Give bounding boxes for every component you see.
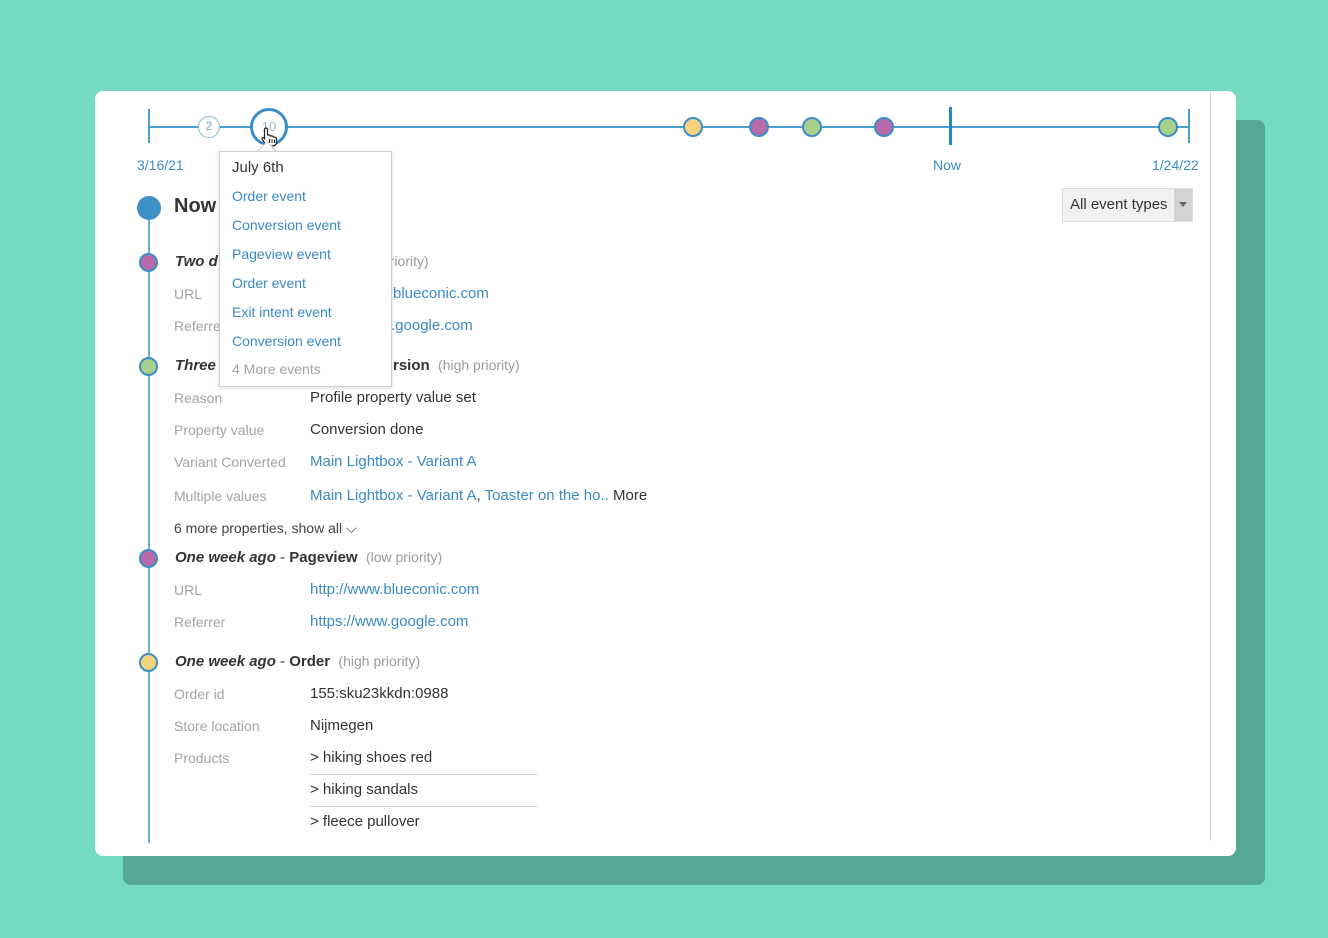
popup-more-events[interactable]: 4 More events (232, 361, 321, 377)
event-type-priority: rsion (high priority) (393, 357, 520, 374)
popup-event-link[interactable]: Conversion event (232, 217, 341, 233)
popup-event-link[interactable]: Order event (232, 188, 306, 204)
event-title[interactable]: Three (175, 357, 216, 374)
timeline-event-order[interactable] (683, 117, 703, 137)
timeline-now-marker (949, 107, 952, 145)
prop-label: Referre (174, 318, 221, 334)
prop-value-link[interactable]: Main Lightbox - Variant A (310, 487, 476, 504)
show-all-properties-toggle[interactable]: 6 more properties, show all ⌵ (174, 520, 357, 537)
day-events-popup: July 6th Order event Conversion event Pa… (219, 151, 392, 387)
now-marker-dot (137, 196, 161, 220)
timeline-axis (149, 126, 1190, 128)
prop-value-multi: Main Lightbox - Variant A, Toaster on th… (310, 487, 648, 504)
more-link[interactable]: More (609, 487, 647, 504)
prop-label: Variant Converted (174, 454, 286, 470)
event-title[interactable]: One week ago - Pageview (low priority) (175, 549, 442, 566)
popup-date-title: July 6th (232, 159, 284, 176)
event-dot-conversion (139, 357, 158, 376)
timeline-now-label: Now (933, 157, 962, 173)
event-type-filter[interactable]: All event types (1062, 188, 1193, 222)
event-list-line (148, 209, 150, 843)
prop-value: Profile property value set (310, 389, 476, 406)
event-dot-order (139, 653, 158, 672)
popup-event-link[interactable]: Pageview event (232, 246, 331, 262)
popup-event-link[interactable]: Exit intent event (232, 304, 332, 320)
timeline-event-conversion[interactable] (1158, 117, 1178, 137)
prop-label: URL (174, 286, 203, 302)
prop-label: Products (174, 750, 230, 766)
prop-value-link[interactable]: http://www.blueconic.com (310, 581, 479, 598)
timeline-event-pageview[interactable] (874, 117, 894, 137)
prop-value-link[interactable]: blueconic.com (393, 285, 489, 302)
timeline-start-label: 3/16/21 (137, 157, 184, 173)
prop-label: Store location (174, 718, 260, 734)
prop-label: Property value (174, 422, 265, 438)
timeline-end-label: 1/24/22 (1152, 157, 1199, 173)
prop-label: URL (174, 582, 203, 598)
prop-label: Order id (174, 686, 225, 702)
timeline-event-conversion[interactable] (802, 117, 822, 137)
prop-value-link[interactable]: .google.com (391, 317, 473, 334)
event-dot-pageview (139, 549, 158, 568)
prop-value-link[interactable]: Toaster on the ho.. (485, 487, 609, 504)
event-type-filter-value: All event types (1070, 196, 1168, 213)
prop-value-link[interactable]: https://www.google.com (310, 613, 468, 630)
timeline-event-pageview[interactable] (749, 117, 769, 137)
timeline-cluster-small[interactable]: 2 (198, 116, 220, 138)
popup-event-link[interactable]: Conversion event (232, 333, 341, 349)
timeline-end-cap (1188, 109, 1190, 143)
timeline-start-cap (148, 109, 150, 143)
prop-label: Multiple values (174, 488, 267, 504)
product-item[interactable]: > hiking shoes red (310, 749, 537, 775)
prop-value: 155:sku23kkdn:0988 (310, 685, 449, 702)
caret-down-icon[interactable] (1174, 189, 1192, 221)
event-title[interactable]: Two d (175, 253, 218, 270)
prop-value: Nijmegen (310, 717, 374, 734)
event-timeline-card: 2 10 3/16/21 Now 1/24/22 All event types… (95, 91, 1236, 856)
popup-event-link[interactable]: Order event (232, 275, 306, 291)
prop-value: Conversion done (310, 421, 424, 438)
prop-value-link[interactable]: Main Lightbox - Variant A (310, 453, 476, 470)
event-title[interactable]: One week ago - Order (high priority) (175, 653, 420, 670)
product-item[interactable]: > hiking sandals (310, 781, 537, 807)
product-item[interactable]: > fleece pullover (310, 813, 537, 838)
now-heading: Now (174, 195, 217, 217)
prop-label: Referrer (174, 614, 226, 630)
event-dot-pageview (139, 253, 158, 272)
card-divider (1210, 91, 1211, 841)
prop-label: Reason (174, 390, 223, 406)
